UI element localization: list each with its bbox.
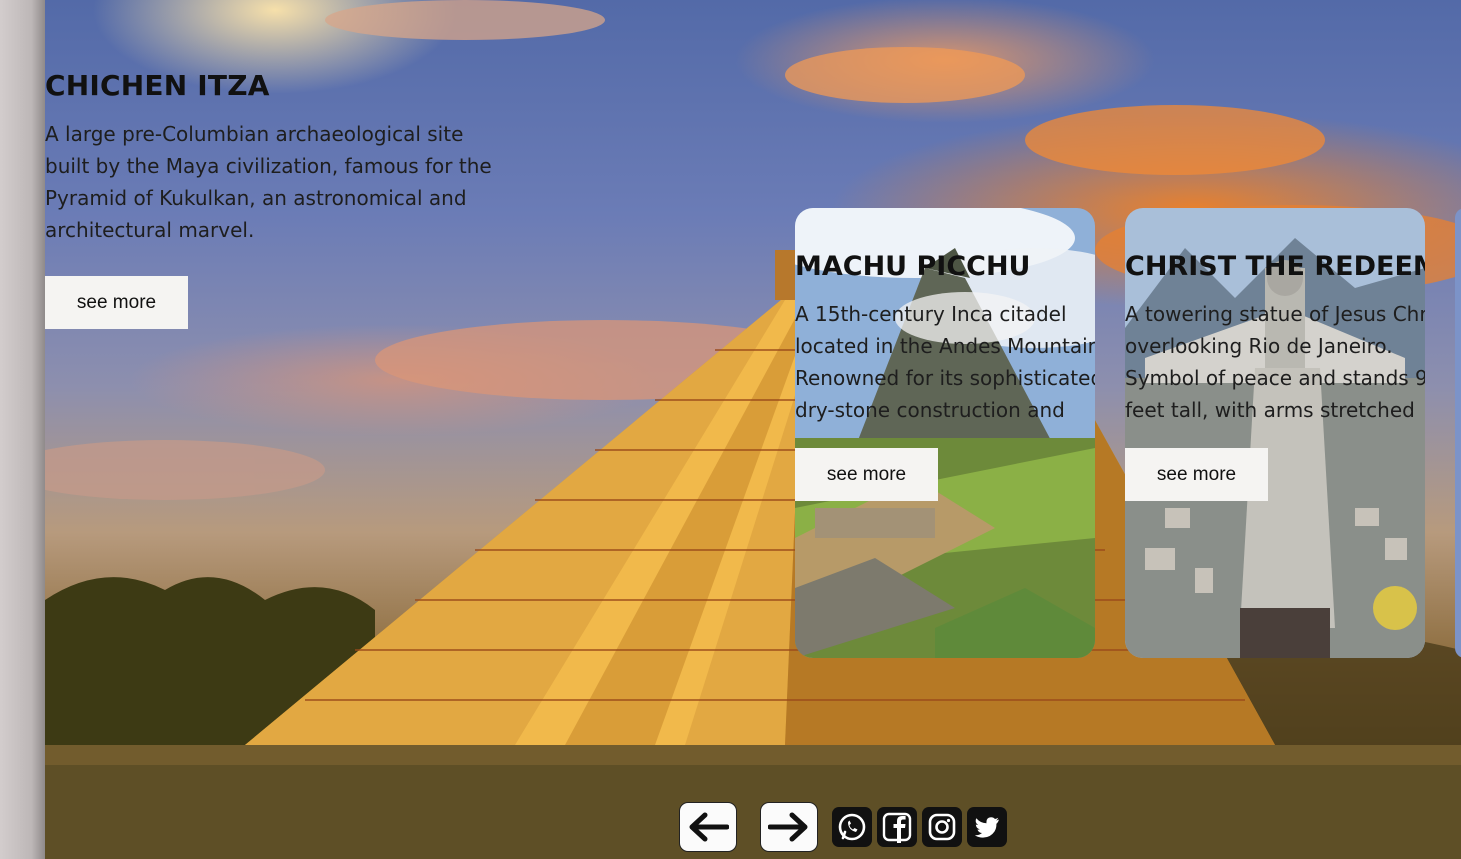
card-description: A towering statue of Jesus Christ overlo… — [1125, 302, 1425, 422]
slider-stage: CHICHEN ITZA A large pre-Columbian archa… — [45, 0, 1461, 859]
whatsapp-icon — [838, 813, 866, 841]
card-content: CHRIST THE REDEEMER A towering statue of… — [1125, 248, 1425, 501]
arrow-left-icon — [689, 812, 729, 842]
card-title: CHRIST THE REDEEMER — [1125, 251, 1425, 282]
card-see-more-button[interactable]: see more — [1125, 448, 1268, 501]
hero-title: CHICHEN ITZA — [45, 69, 270, 102]
left-gutter — [0, 0, 45, 859]
prev-button[interactable] — [679, 802, 737, 852]
twitter-icon — [974, 817, 999, 838]
twitter-link[interactable] — [967, 807, 1007, 847]
hero-content: CHICHEN ITZA A large pre-Columbian archa… — [45, 66, 505, 329]
hero-description: A large pre-Columbian archaeological sit… — [45, 122, 492, 242]
slider-controls — [679, 801, 1012, 853]
instagram-link[interactable] — [922, 807, 962, 847]
hero-see-more-button[interactable]: see more — [45, 276, 188, 329]
card-next-partial[interactable] — [1455, 208, 1461, 658]
whatsapp-link[interactable] — [832, 807, 872, 847]
instagram-icon — [928, 813, 956, 841]
next-button[interactable] — [760, 802, 818, 852]
facebook-icon — [882, 812, 912, 843]
card-christ-the-redeemer[interactable]: CHRIST THE REDEEMER A towering statue of… — [1125, 208, 1425, 658]
card-machu-picchu[interactable]: MACHU PICCHU A 15th-century Inca citadel… — [795, 208, 1095, 658]
card-see-more-button[interactable]: see more — [795, 448, 938, 501]
facebook-link[interactable] — [877, 807, 917, 847]
card-content: MACHU PICCHU A 15th-century Inca citadel… — [795, 248, 1095, 501]
card-next-image — [1455, 208, 1461, 658]
card-title: MACHU PICCHU — [795, 251, 1031, 282]
arrow-right-icon — [768, 812, 808, 842]
card-description: A 15th-century Inca citadel located in t… — [795, 302, 1095, 422]
